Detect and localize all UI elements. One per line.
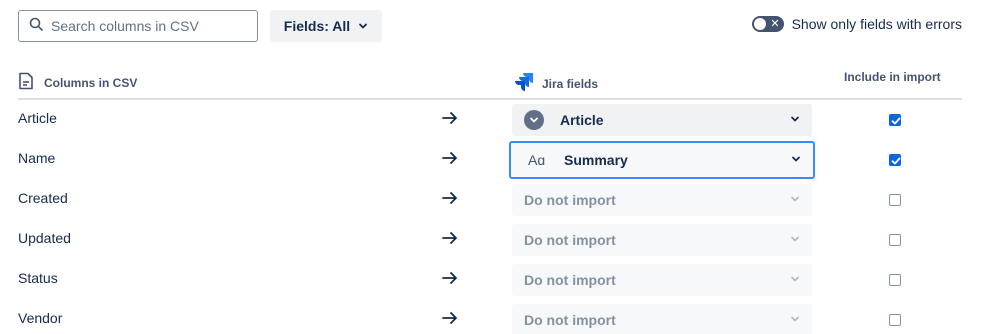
jira-fields-header: Jira fields [514,72,598,95]
jira-field-value: Summary [564,152,628,168]
table-row: Status Do not import [18,260,962,300]
jira-field-value: Do not import [524,312,616,328]
close-icon: ✕ [770,18,780,30]
include-checkbox[interactable] [889,274,901,286]
include-checkbox[interactable] [889,154,901,166]
include-checkbox[interactable] [889,314,901,326]
jira-field-select[interactable]: Do not import [512,264,812,296]
csv-column-name: Status [18,270,58,286]
jira-logo-icon [514,72,534,95]
chevron-down-icon [358,18,368,34]
arrow-right-icon [442,230,458,251]
jira-field-value: Do not import [524,272,616,288]
text-aa-icon: Aɑ [528,152,546,168]
check-icon [891,117,901,125]
csv-column-name: Article [18,110,57,126]
arrow-right-icon [442,150,458,171]
arrow-right-icon [442,270,458,291]
jira-field-value: Article [560,112,604,128]
chevron-down-icon [790,231,800,249]
chevron-down-icon [791,151,801,169]
include-checkbox[interactable] [889,114,901,126]
fields-filter-label: Fields: All [283,18,351,34]
search-field[interactable] [18,10,258,42]
table-row: Name Aɑ Summary [18,140,962,180]
chevron-down-icon [790,311,800,329]
chevron-down-icon [790,271,800,289]
include-checkbox[interactable] [889,194,901,206]
jira-field-select[interactable]: Do not import [512,304,812,334]
jira-field-select[interactable]: Aɑ Summary [509,141,815,179]
csv-columns-label: Columns in CSV [44,75,138,90]
jira-fields-label: Jira fields [542,76,599,91]
jira-field-select[interactable]: Article [512,104,812,136]
chevron-down-circle-icon [524,110,544,130]
table-row: Updated Do not import [18,220,962,260]
check-icon [891,157,901,165]
table-header: Columns in CSV Jira fields Include in im… [18,66,962,100]
search-icon [29,17,43,36]
csv-column-name: Updated [18,230,71,246]
include-checkbox[interactable] [889,234,901,246]
jira-field-value: Do not import [524,232,616,248]
toggle-knob [753,18,766,30]
table-row: Created Do not import [18,180,962,220]
errors-toggle-group: ✕ Show only fields with errors [751,16,962,32]
arrow-right-icon [442,110,458,131]
chevron-down-icon [790,191,800,209]
errors-toggle-label: Show only fields with errors [791,16,962,32]
csv-column-name: Created [18,190,68,206]
include-header: Include in import [844,70,941,84]
csv-column-name: Name [18,150,56,166]
jira-field-value: Do not import [524,192,616,208]
errors-toggle[interactable]: ✕ [751,16,784,32]
csv-column-name: Vendor [18,310,63,326]
chevron-down-icon [790,111,800,129]
jira-field-select[interactable]: Do not import [512,224,812,256]
document-icon [18,72,34,93]
arrow-right-icon [442,310,458,331]
jira-field-select[interactable]: Do not import [512,184,812,216]
arrow-right-icon [442,190,458,211]
table-row: Vendor Do not import [18,300,962,334]
fields-filter-button[interactable]: Fields: All [270,10,382,42]
table-row: Article Article [18,100,962,140]
search-input[interactable] [51,18,251,34]
csv-columns-header: Columns in CSV [18,72,137,93]
